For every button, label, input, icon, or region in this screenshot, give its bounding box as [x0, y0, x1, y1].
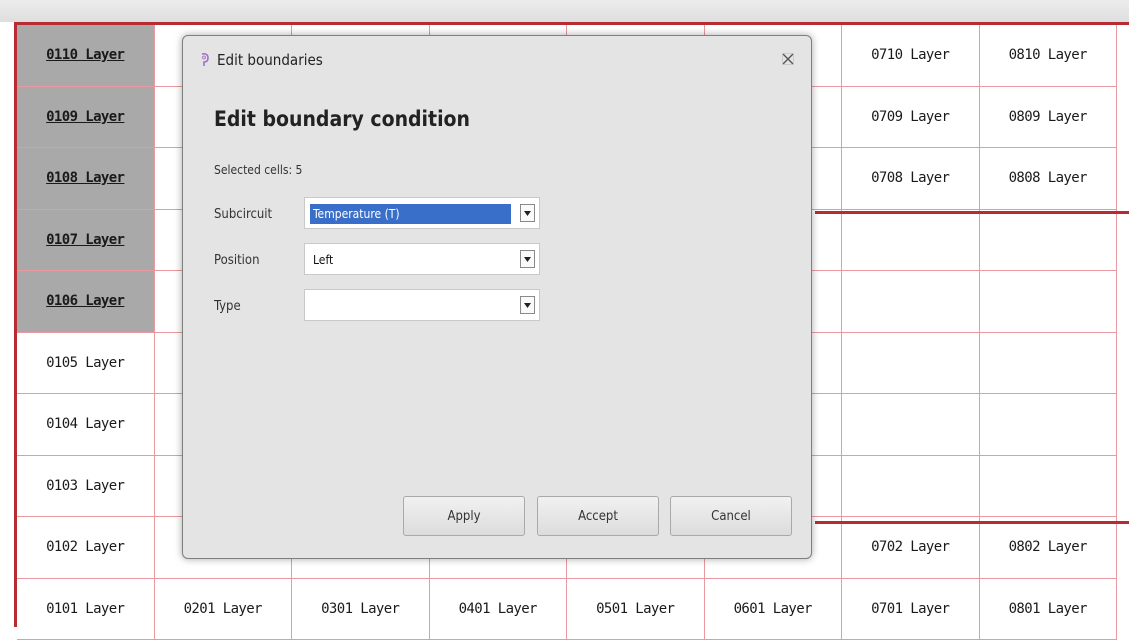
position-value: Left	[310, 250, 336, 270]
app-icon	[199, 53, 211, 67]
grid-cell[interactable]: 0108 Layer	[17, 148, 155, 210]
grid-cell[interactable]: 0601 Layer	[705, 579, 843, 640]
grid-cell[interactable]	[980, 456, 1118, 518]
grid-cell[interactable]: 0101 Layer	[17, 579, 155, 640]
close-icon[interactable]	[781, 52, 795, 66]
group-divider-top	[815, 211, 1129, 214]
grid-cell[interactable]: 0104 Layer	[17, 394, 155, 456]
chevron-down-icon[interactable]	[520, 250, 535, 268]
grid-cell[interactable]	[980, 333, 1118, 395]
type-select[interactable]	[304, 289, 540, 321]
dialog-title: Edit boundaries	[217, 51, 323, 69]
grid-cell[interactable]: 0201 Layer	[155, 579, 293, 640]
grid-cell[interactable]: 0107 Layer	[17, 210, 155, 272]
subcircuit-value: Temperature (T)	[310, 204, 511, 224]
grid-cell[interactable]: 0802 Layer	[980, 517, 1118, 579]
grid-cell[interactable]	[842, 210, 980, 272]
grid-cell[interactable]: 0110 Layer	[17, 25, 155, 87]
dialog-titlebar[interactable]: Edit boundaries	[183, 36, 811, 84]
grid-cell[interactable]: 0109 Layer	[17, 87, 155, 149]
apply-button[interactable]: Apply	[403, 496, 525, 536]
grid-cell[interactable]: 0809 Layer	[980, 87, 1118, 149]
dialog-heading: Edit boundary condition	[214, 107, 470, 131]
grid-cell[interactable]: 0708 Layer	[842, 148, 980, 210]
grid-cell[interactable]: 0810 Layer	[980, 25, 1118, 87]
grid-cell[interactable]: 0401 Layer	[430, 579, 568, 640]
type-label: Type	[214, 299, 241, 314]
position-select[interactable]: Left	[304, 243, 540, 275]
type-value	[310, 296, 316, 316]
grid-cell[interactable]	[980, 210, 1118, 272]
group-divider-bottom	[815, 521, 1129, 524]
grid-cell[interactable]	[842, 271, 980, 333]
grid-cell[interactable]: 0106 Layer	[17, 271, 155, 333]
grid-cell[interactable]: 0801 Layer	[980, 579, 1118, 640]
edit-boundaries-dialog: Edit boundaries Edit boundary condition …	[182, 35, 812, 559]
grid-cell[interactable]: 0501 Layer	[567, 579, 705, 640]
grid-cell[interactable]: 0702 Layer	[842, 517, 980, 579]
grid-cell[interactable]	[842, 333, 980, 395]
chevron-down-icon[interactable]	[520, 204, 535, 222]
grid-cell[interactable]: 0102 Layer	[17, 517, 155, 579]
position-label: Position	[214, 253, 260, 268]
grid-cell[interactable]	[842, 456, 980, 518]
grid-cell[interactable]: 0808 Layer	[980, 148, 1118, 210]
grid-cell[interactable]: 0710 Layer	[842, 25, 980, 87]
grid-cell[interactable]: 0701 Layer	[842, 579, 980, 640]
grid-cell[interactable]: 0709 Layer	[842, 87, 980, 149]
accept-button[interactable]: Accept	[537, 496, 659, 536]
grid-cell[interactable]	[980, 271, 1118, 333]
selected-cells-count: Selected cells: 5	[214, 163, 302, 177]
grid-cell[interactable]: 0105 Layer	[17, 333, 155, 395]
grid-cell[interactable]: 0301 Layer	[292, 579, 430, 640]
grid-cell[interactable]	[842, 394, 980, 456]
cancel-button[interactable]: Cancel	[670, 496, 792, 536]
subcircuit-select[interactable]: Temperature (T)	[304, 197, 540, 229]
grid-cell[interactable]	[980, 394, 1118, 456]
dialog-content: Edit boundary condition Selected cells: …	[189, 83, 805, 550]
chevron-down-icon[interactable]	[520, 296, 535, 314]
window-top-bar	[0, 0, 1129, 22]
subcircuit-label: Subcircuit	[214, 207, 272, 222]
grid-cell[interactable]: 0103 Layer	[17, 456, 155, 518]
